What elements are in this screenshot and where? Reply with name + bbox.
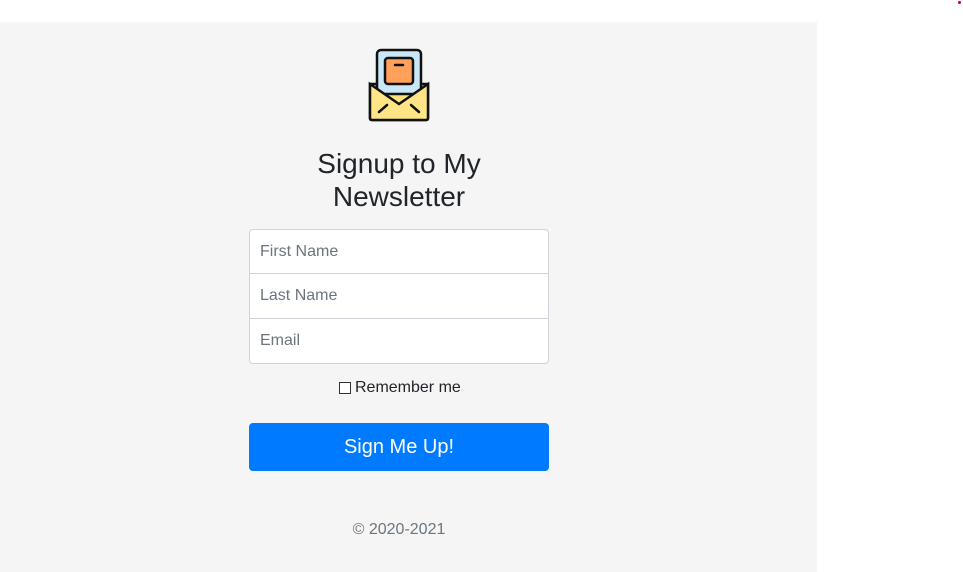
email-input[interactable]	[249, 319, 549, 364]
remember-me-checkbox[interactable]	[339, 382, 351, 394]
sign-me-up-button[interactable]: Sign Me Up!	[249, 423, 549, 471]
page-title: Signup to My Newsletter	[317, 148, 481, 212]
remember-me-option[interactable]: Remember me	[339, 378, 461, 398]
last-name-input[interactable]	[249, 274, 549, 319]
signup-form	[249, 229, 549, 365]
remember-me-label: Remember me	[355, 379, 461, 396]
newsletter-envelope-icon	[368, 48, 430, 122]
page: Signup to My Newsletter Remember me Sign…	[0, 0, 963, 572]
first-name-input[interactable]	[249, 229, 549, 274]
red-dot-marker	[958, 1, 961, 4]
copyright-footer: © 2020-2021	[352, 521, 446, 538]
